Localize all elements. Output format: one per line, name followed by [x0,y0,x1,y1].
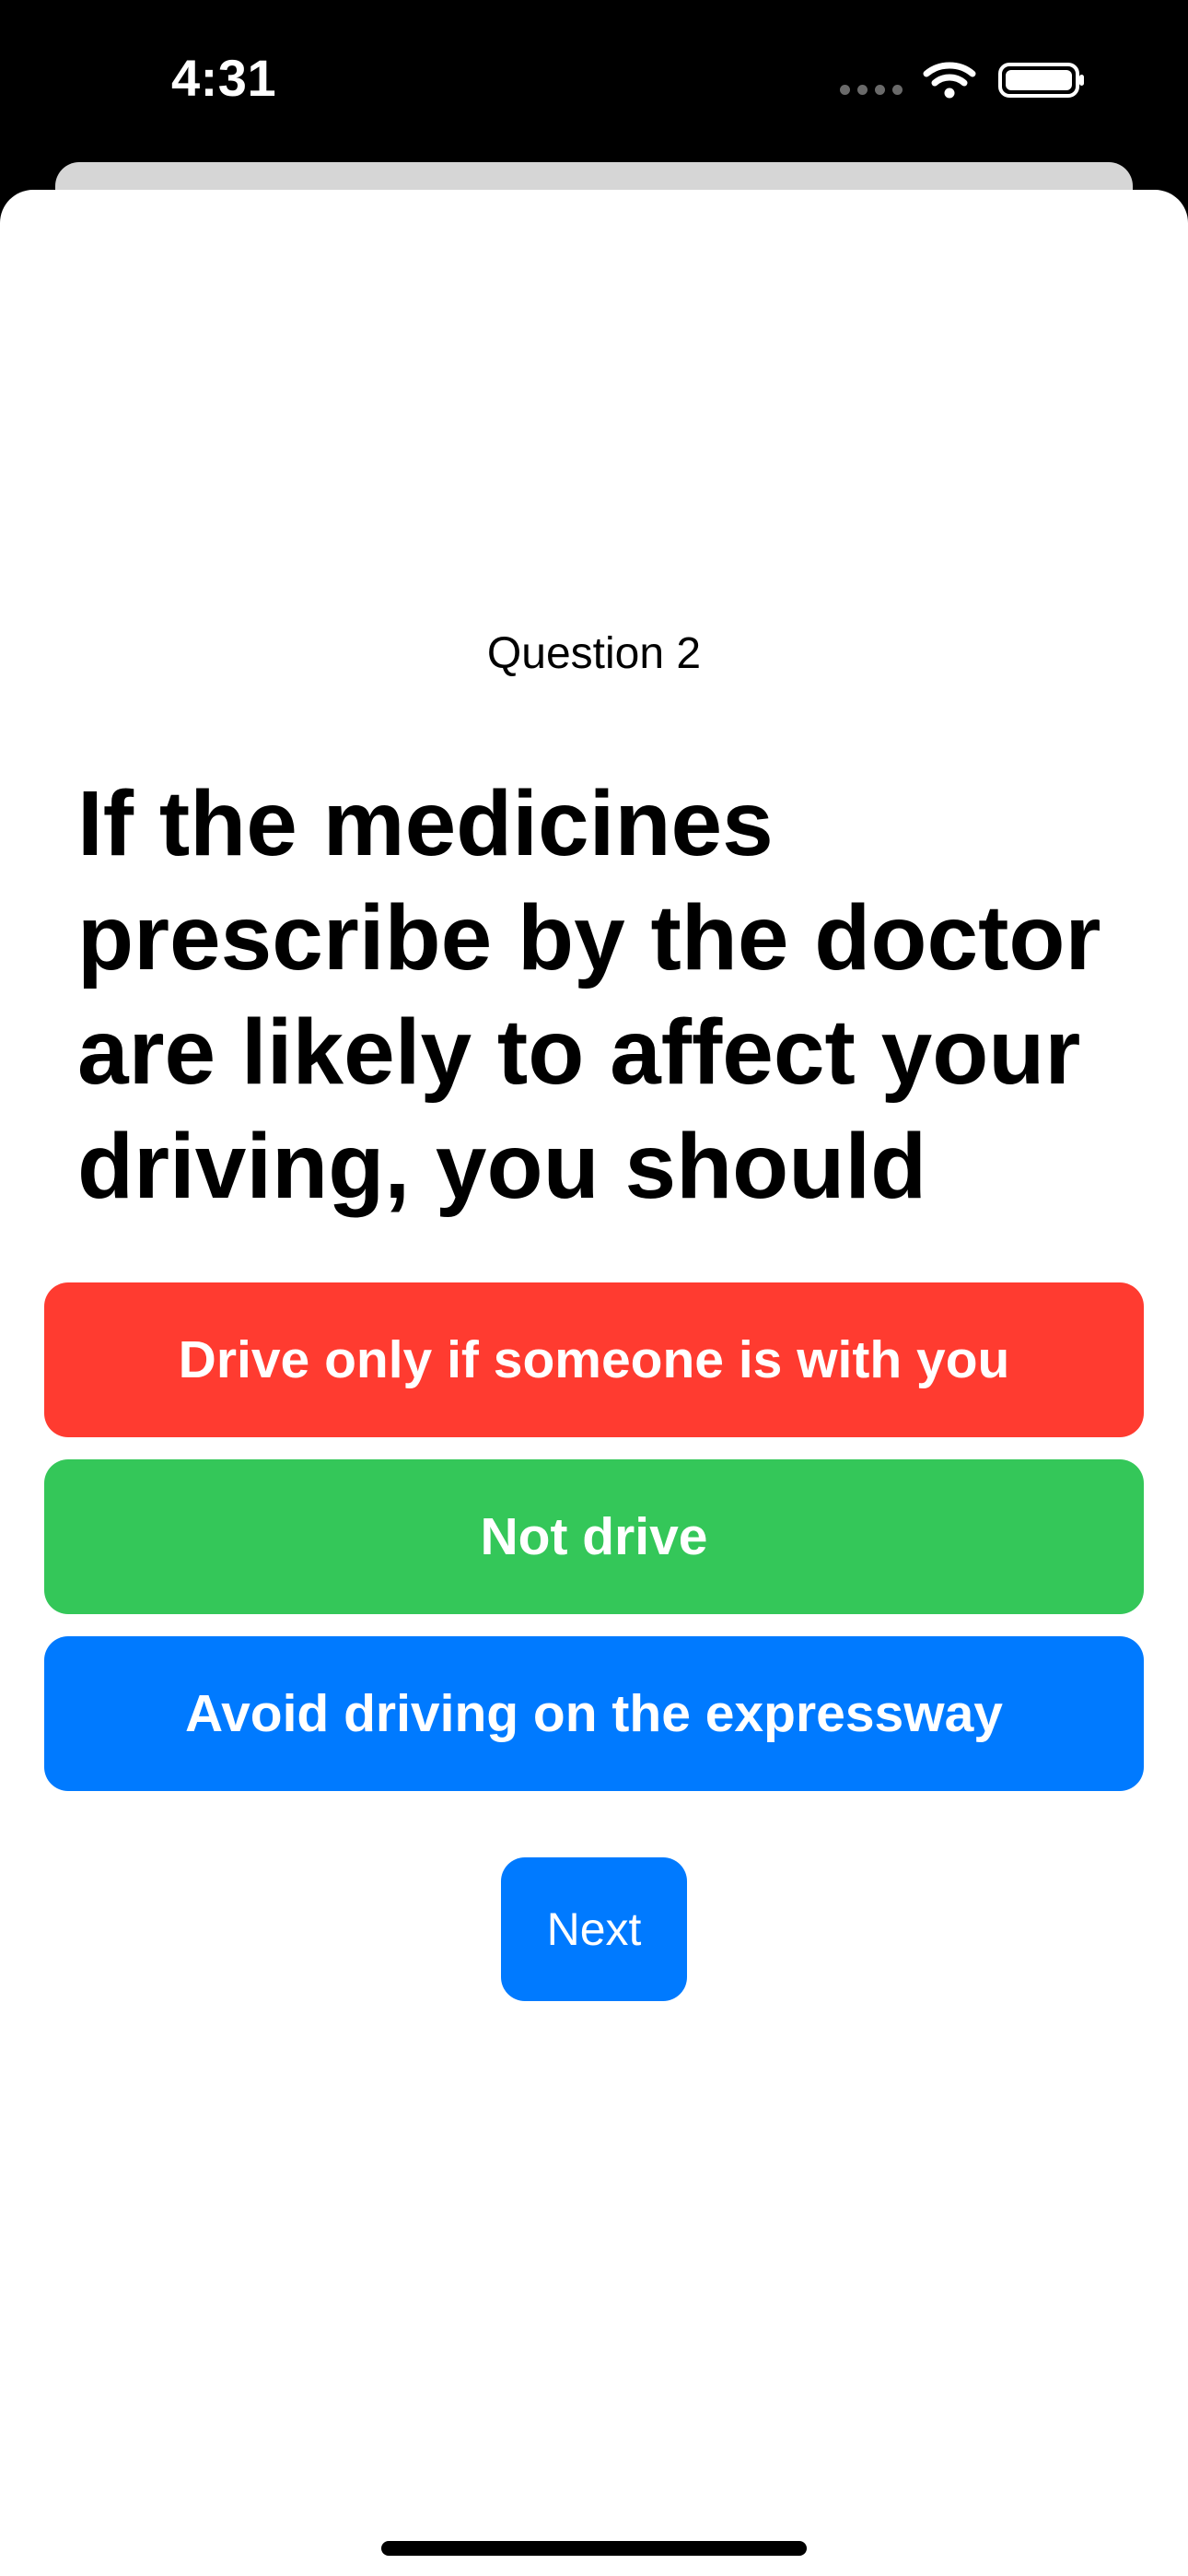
cellular-signal-icon [840,85,904,98]
home-indicator [381,2541,807,2556]
status-bar: 4:31 [0,0,1188,164]
next-button[interactable]: Next [501,1857,687,2001]
question-text: If the medicines prescribe by the doctor… [77,772,1101,1218]
status-time: 4:31 [171,49,277,107]
answer-button-not-drive[interactable]: Not drive [44,1459,1144,1614]
wifi-icon [923,62,976,99]
answer-button-avoid-expressway[interactable]: Avoid driving on the expressway [44,1636,1144,1791]
battery-icon [998,63,1084,98]
answer-button-drive-with-someone[interactable]: Drive only if someone is with you [44,1282,1144,1437]
question-number: Question 2 [486,629,702,678]
